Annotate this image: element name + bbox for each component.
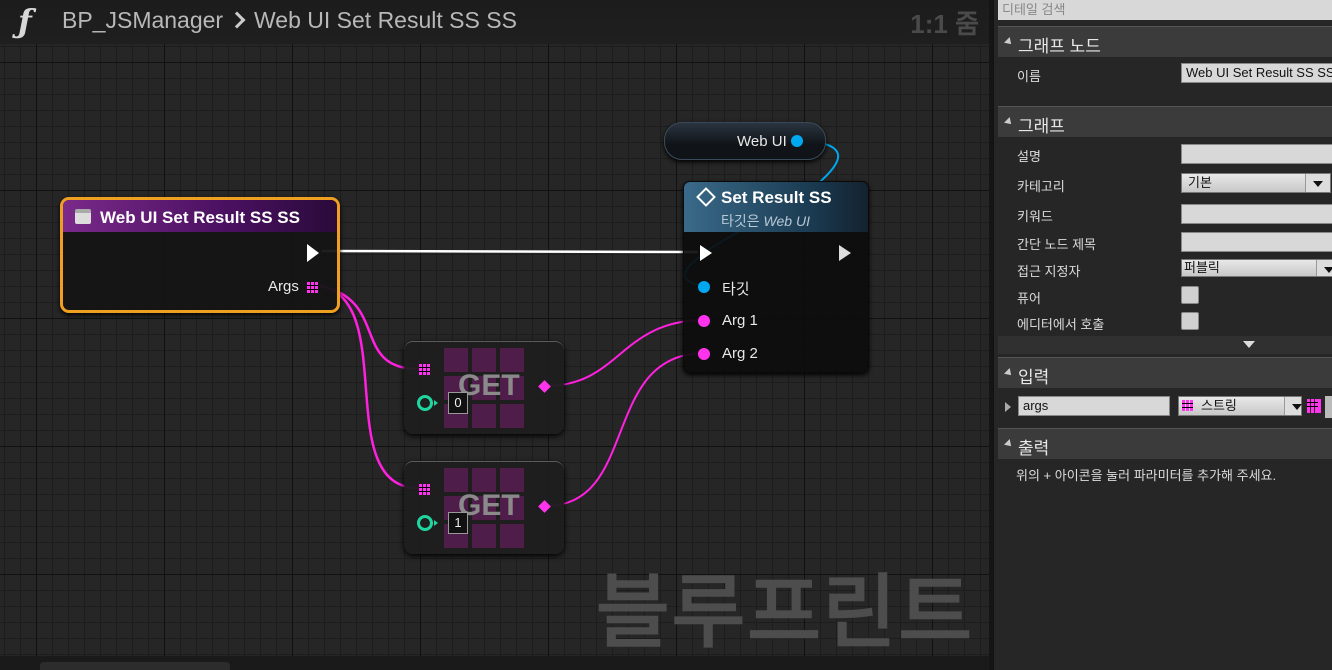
arg1-label: Arg 1 — [722, 312, 758, 329]
graph-bottom-bar — [0, 656, 989, 670]
blueprint-watermark: 블루프린트 — [596, 568, 974, 656]
name-field[interactable]: Web UI Set Result SS SS — [1181, 63, 1332, 83]
get1-index-pin[interactable] — [417, 515, 438, 531]
arg2-pin[interactable] — [698, 348, 710, 360]
compact-title-label: 간단 노드 제목 — [1017, 237, 1096, 252]
details-search-input[interactable]: 디테일 검색 — [998, 0, 1332, 20]
set-result-subtitle: 타깃은 Web UI — [721, 211, 810, 231]
input-param-type-dropdown[interactable]: 스트링 — [1178, 396, 1302, 416]
input-extra-button[interactable] — [1325, 396, 1332, 418]
category-graph[interactable]: 그래프 — [998, 106, 1332, 137]
row-keywords: 키워드 — [998, 200, 1332, 227]
category-value: 기본 — [1188, 175, 1212, 190]
expand-arrow-icon — [1243, 341, 1255, 348]
arg2-label: Arg 2 — [722, 345, 758, 362]
breadcrumb-current: Web UI Set Result SS SS — [254, 7, 517, 33]
chevron-down-icon — [1316, 260, 1332, 276]
zoom-level: 1:1 줌 — [910, 9, 979, 39]
category-graph-label: 그래프 — [1018, 117, 1065, 136]
array-get-node-1[interactable]: GET 1 — [404, 461, 564, 554]
breadcrumb-root[interactable]: BP_JSManager — [62, 7, 223, 34]
subtitle-prefix: 타깃은 — [721, 213, 764, 229]
pure-checkbox[interactable] — [1181, 286, 1199, 304]
row-input-args: args 스트링 — [998, 393, 1332, 420]
array-type-icon — [1182, 400, 1193, 411]
webui-variable-label: Web UI — [737, 133, 787, 150]
set-result-exec-out-pin[interactable] — [839, 245, 851, 261]
access-specifier-dropdown[interactable]: 퍼블릭 — [1181, 259, 1332, 277]
container-type-icon[interactable] — [1307, 399, 1321, 413]
category-graph-node[interactable]: 그래프 노드 — [998, 26, 1332, 57]
row-category: 카테고리 기본 — [998, 170, 1332, 197]
blueprint-graph[interactable]: Web UI Set Result SS SS Args Web UI Set … — [0, 0, 989, 656]
call-in-editor-label: 에디터에서 호출 — [1017, 317, 1105, 332]
description-field[interactable] — [1181, 144, 1332, 164]
get0-array-in-pin[interactable] — [419, 364, 430, 375]
input-param-name-field[interactable]: args — [1018, 396, 1170, 416]
function-icon: ƒ — [18, 2, 32, 40]
breadcrumb-chevron-icon — [228, 11, 246, 29]
arg1-pin[interactable] — [698, 315, 710, 327]
category-dropdown[interactable]: 기본 — [1181, 173, 1331, 193]
row-name: 이름 Web UI Set Result SS SS — [998, 60, 1332, 87]
category-outputs-label: 출력 — [1018, 439, 1050, 458]
details-panel: 디테일 검색 그래프 노드 이름 Web UI Set Result SS SS… — [993, 0, 1332, 670]
expand-right-icon[interactable] — [1005, 402, 1011, 412]
webui-variable-node[interactable]: Web UI — [664, 122, 826, 160]
bottom-tab[interactable] — [40, 662, 230, 670]
category-inputs-label: 입력 — [1018, 368, 1050, 387]
get0-out-pin[interactable] — [538, 380, 551, 393]
pure-label: 퓨어 — [1017, 291, 1041, 306]
subtitle-target: Web UI — [763, 213, 810, 229]
target-label: 타깃 — [722, 281, 750, 298]
get1-array-in-pin[interactable] — [419, 484, 430, 495]
function-entry-node[interactable]: Web UI Set Result SS SS Args — [60, 197, 340, 313]
keywords-label: 키워드 — [1017, 209, 1053, 224]
access-specifier-value: 퍼블릭 — [1184, 260, 1220, 275]
chevron-down-icon — [1284, 397, 1302, 415]
chevron-down-icon — [1305, 174, 1330, 192]
set-result-title: Set Result SS — [721, 188, 832, 207]
call-in-editor-checkbox[interactable] — [1181, 312, 1199, 330]
entry-node-icon — [75, 209, 91, 224]
category-inputs[interactable]: 입력 — [998, 357, 1332, 388]
row-pure: 퓨어 — [998, 282, 1332, 309]
category-label: 카테고리 — [1017, 179, 1065, 194]
row-compact-title: 간단 노드 제목 — [998, 228, 1332, 255]
entry-args-label: Args — [268, 278, 299, 295]
get0-index-pin[interactable] — [417, 395, 438, 411]
outputs-hint: 위의 + 아이콘을 눌러 파라미터를 추가해 주세요. — [1016, 468, 1277, 483]
get1-to-arg2-wire — [545, 352, 706, 507]
set-result-exec-in-pin[interactable] — [700, 245, 712, 261]
entry-args-pin[interactable] — [307, 282, 318, 293]
get1-out-pin[interactable] — [538, 500, 551, 513]
breadcrumb: ƒ BP_JSManager Web UI Set Result SS SS 1… — [0, 0, 989, 44]
access-specifier-label: 접근 지정자 — [1017, 264, 1081, 279]
row-access-specifier: 접근 지정자 퍼블릭 — [998, 255, 1332, 282]
input-param-type-value: 스트링 — [1201, 398, 1237, 413]
get0-index-input[interactable]: 0 — [448, 392, 468, 414]
advanced-expand-bar[interactable] — [998, 336, 1332, 354]
entry-node-title: Web UI Set Result SS SS — [100, 208, 300, 227]
category-outputs[interactable]: 출력 — [998, 428, 1332, 459]
compact-title-field[interactable] — [1181, 232, 1332, 252]
description-label: 설명 — [1017, 149, 1041, 164]
category-graph-node-label: 그래프 노드 — [1018, 37, 1101, 56]
keywords-field[interactable] — [1181, 204, 1332, 224]
entry-exec-out-pin[interactable] — [307, 244, 319, 262]
target-pin[interactable] — [698, 281, 710, 293]
exec-wire — [321, 249, 699, 254]
array-get-node-0[interactable]: GET 0 — [404, 341, 564, 434]
set-result-node[interactable]: Set Result SS 타깃은 Web UI 타깃 Arg 1 Arg 2 — [683, 181, 869, 373]
name-label: 이름 — [1017, 69, 1041, 84]
get0-to-arg1-wire — [545, 319, 706, 387]
webui-variable-out-pin[interactable] — [791, 135, 803, 147]
row-description: 설명 — [998, 140, 1332, 167]
get1-index-input[interactable]: 1 — [448, 512, 468, 534]
row-call-in-editor: 에디터에서 호출 — [998, 308, 1332, 335]
